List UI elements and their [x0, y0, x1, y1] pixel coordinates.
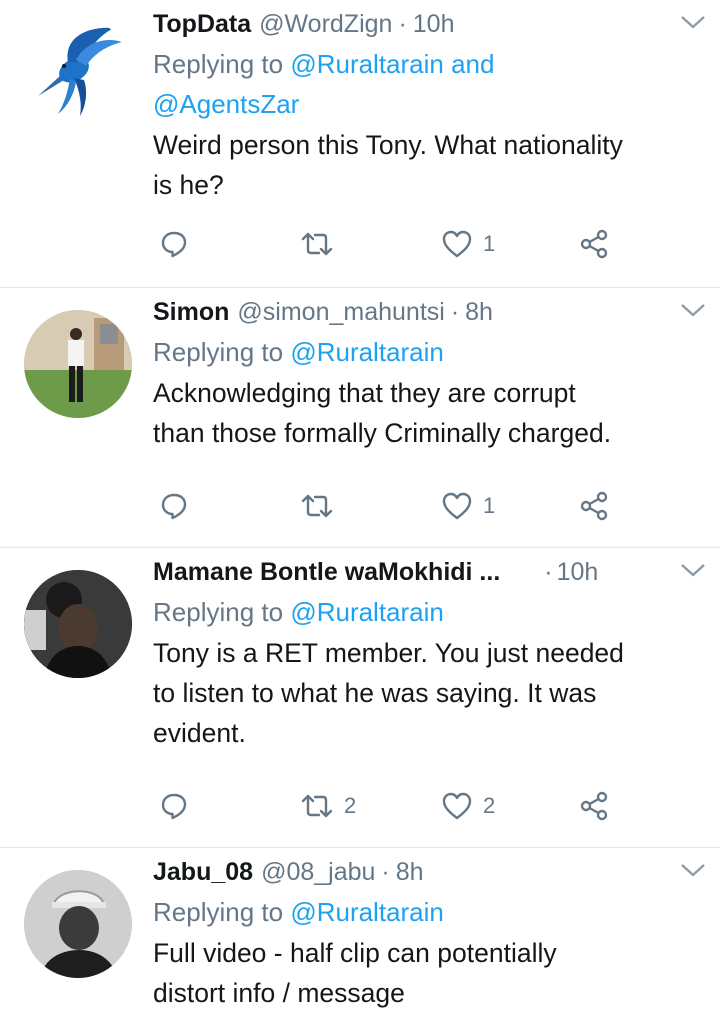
- reply-mention-link[interactable]: @Ruraltarain: [290, 337, 444, 367]
- replying-prefix: Replying to: [153, 897, 284, 927]
- tweet-text-line: is he?: [153, 170, 224, 200]
- share-button[interactable]: [578, 222, 610, 266]
- retweet-icon: [301, 794, 333, 818]
- reply-mention-link[interactable]: @Ruraltarain: [290, 897, 444, 927]
- reply-icon: [161, 793, 187, 820]
- author-handle[interactable]: @simon_mahuntsi: [237, 292, 444, 332]
- author-name[interactable]: Simon: [153, 292, 229, 332]
- like-button[interactable]: 1: [441, 222, 495, 266]
- person-photo-icon: [24, 870, 132, 978]
- replying-prefix: Replying to: [153, 597, 284, 627]
- replying-to: Replying to @Ruraltarain: [153, 892, 706, 932]
- reply-icon: [161, 231, 187, 258]
- tweet-text-line: than those formally Criminally charged.: [153, 418, 612, 448]
- tweet-item[interactable]: TopData @WordZign · 10h Replying to @Rur…: [0, 0, 720, 288]
- tweet-text: Acknowledging that they are corrupt than…: [153, 373, 706, 453]
- hummingbird-avatar-icon: [38, 27, 122, 116]
- like-button[interactable]: 2: [441, 784, 495, 828]
- like-count: 2: [483, 793, 496, 818]
- share-icon: [580, 491, 608, 521]
- replying-prefix: Replying to: [153, 337, 284, 367]
- chevron-down-icon[interactable]: [678, 300, 708, 320]
- replying-to: Replying to @Ruraltarain and: [153, 44, 706, 84]
- chevron-down-icon[interactable]: [678, 560, 708, 580]
- reply-button[interactable]: [159, 784, 189, 828]
- separator-dot: ·: [544, 558, 553, 586]
- share-button[interactable]: [578, 484, 610, 528]
- tweet-text-line: Tony is a RET member. You just needed: [153, 638, 624, 668]
- tweet-text: Full video - half clip can potentially d…: [153, 933, 706, 1013]
- share-icon: [580, 791, 608, 821]
- replying-to: Replying to @Ruraltarain: [153, 592, 706, 632]
- separator-dot: ·: [381, 858, 390, 886]
- separator-dot: ·: [450, 298, 460, 326]
- heart-icon: [442, 230, 472, 258]
- retweet-button[interactable]: 2: [300, 784, 356, 828]
- separator-dot: ·: [398, 10, 407, 38]
- tweet-text-line: evident.: [153, 718, 246, 748]
- reply-mention-link[interactable]: @Ruraltarain: [290, 597, 444, 627]
- heart-icon: [442, 792, 472, 820]
- chevron-down-icon[interactable]: [678, 860, 708, 880]
- chevron-down-icon[interactable]: [678, 12, 708, 32]
- tweet-text-line: Weird person this Tony. What nationality: [153, 130, 623, 160]
- reply-button[interactable]: [159, 222, 189, 266]
- person-photo-icon: [24, 310, 132, 418]
- reply-mention-link[interactable]: @AgentsZar: [153, 84, 706, 124]
- share-icon: [580, 229, 608, 259]
- avatar[interactable]: [24, 310, 132, 418]
- avatar[interactable]: [24, 18, 132, 126]
- reply-button[interactable]: [159, 484, 189, 528]
- heart-icon: [442, 492, 472, 520]
- retweet-count: 2: [344, 793, 357, 818]
- replying-to: Replying to @Ruraltarain: [153, 332, 706, 372]
- reply-mention-link[interactable]: @Ruraltarain and: [290, 49, 494, 79]
- retweet-icon: [301, 232, 333, 256]
- avatar[interactable]: [24, 570, 132, 678]
- author-handle[interactable]: @WordZign: [259, 4, 392, 44]
- replying-prefix: Replying to: [153, 49, 284, 79]
- tweet-item[interactable]: Simon @simon_mahuntsi · 8h Replying to @…: [0, 288, 720, 548]
- tweet-text: Weird person this Tony. What nationality…: [153, 125, 706, 205]
- like-count: 1: [483, 231, 496, 256]
- share-button[interactable]: [578, 784, 610, 828]
- like-count: 1: [483, 493, 496, 518]
- timestamp[interactable]: 10h: [413, 4, 455, 44]
- timestamp[interactable]: 8h: [396, 852, 424, 892]
- author-name[interactable]: Jabu_08: [153, 852, 253, 892]
- person-photo-icon: [24, 570, 132, 678]
- author-handle[interactable]: @08_jabu: [261, 852, 375, 892]
- reply-icon: [161, 493, 187, 520]
- author-name[interactable]: Mamane Bontle waMokhidi ...: [153, 552, 500, 592]
- tweet-text: Tony is a RET member. You just needed to…: [153, 633, 706, 753]
- avatar[interactable]: [24, 870, 132, 978]
- retweet-icon: [301, 494, 333, 518]
- tweet-text-line: to listen to what he was saying. It was: [153, 678, 597, 708]
- timestamp[interactable]: 10h: [557, 552, 599, 592]
- tweet-text-line: distort info / message: [153, 978, 405, 1008]
- tweet-item[interactable]: Jabu_08 @08_jabu · 8h Replying to @Rural…: [0, 848, 720, 1029]
- timestamp[interactable]: 8h: [465, 292, 493, 332]
- author-name[interactable]: TopData: [153, 4, 251, 44]
- retweet-button[interactable]: [300, 484, 344, 528]
- tweet-text-line: Acknowledging that they are corrupt: [153, 378, 576, 408]
- retweet-button[interactable]: [300, 222, 344, 266]
- like-button[interactable]: 1: [441, 484, 495, 528]
- tweet-text-line: Full video - half clip can potentially: [153, 938, 557, 968]
- tweet-item[interactable]: Mamane Bontle waMokhidi ... · 10h Replyi…: [0, 548, 720, 848]
